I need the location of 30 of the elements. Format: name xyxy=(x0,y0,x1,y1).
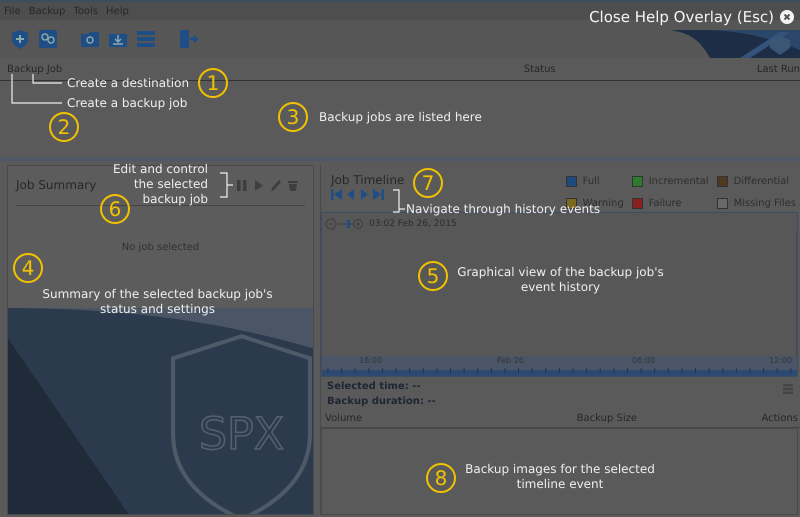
step-number: 5 xyxy=(418,261,448,291)
close-overlay-button[interactable]: Close Help Overlay (Esc) xyxy=(589,8,794,26)
annotation-text: Create a backup job xyxy=(67,96,188,111)
annotation-text: Summary of the selected backup job's status and settings xyxy=(41,287,274,317)
step-number: 3 xyxy=(278,102,308,132)
detail-text: Selected time: -- xyxy=(327,381,421,392)
pencil-icon[interactable] xyxy=(270,178,282,192)
bracket-line xyxy=(392,189,406,213)
next-icon[interactable] xyxy=(359,188,370,201)
annotation-text: Graphical view of the backup job's event history xyxy=(456,265,665,295)
zoom-slider-icon[interactable] xyxy=(325,218,363,230)
step-number: 2 xyxy=(49,112,79,142)
bracket-line xyxy=(219,172,234,198)
annotation-text: Create a destination xyxy=(67,76,190,91)
annotation-text: Backup images for the selected timeline event xyxy=(464,462,656,492)
previous-icon[interactable] xyxy=(345,188,356,201)
pause-icon[interactable] xyxy=(236,178,248,192)
trash-icon[interactable] xyxy=(287,178,299,192)
skip-forward-icon[interactable] xyxy=(373,188,384,201)
exit-icon[interactable] xyxy=(177,28,199,50)
step-number: 4 xyxy=(13,253,43,283)
play-icon[interactable] xyxy=(253,178,265,192)
annotation-text: Backup jobs are listed here xyxy=(319,110,482,125)
shield-plus-icon[interactable] xyxy=(9,28,31,50)
step-number: 1 xyxy=(198,68,228,98)
step-number: 8 xyxy=(426,463,456,493)
list-icon[interactable] xyxy=(135,28,157,50)
detail-text: Backup duration: -- xyxy=(327,396,436,407)
step-number: 7 xyxy=(413,168,443,198)
skip-back-icon[interactable] xyxy=(331,188,342,201)
